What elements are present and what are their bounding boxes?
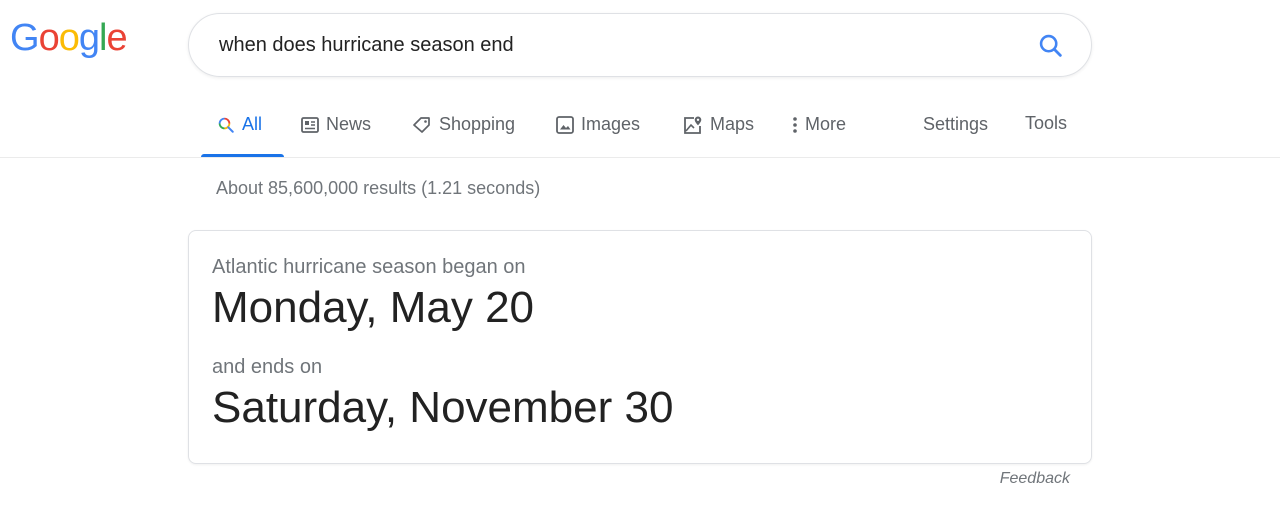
- search-button[interactable]: [1037, 32, 1065, 60]
- header-divider: [0, 157, 1280, 158]
- settings-link[interactable]: Settings: [923, 114, 988, 135]
- season-end-date: Saturday, November 30: [212, 383, 674, 432]
- tab-images[interactable]: Images: [556, 114, 640, 135]
- image-icon: [556, 115, 574, 134]
- logo-letter: e: [106, 17, 127, 59]
- map-pin-icon: [684, 116, 702, 134]
- search-icon: [218, 117, 234, 133]
- search-tabs: All News Shopping Images Maps More Setti…: [0, 104, 1280, 158]
- tab-label: Shopping: [439, 114, 516, 134]
- result-stats: About 85,600,000 results (1.21 seconds): [216, 178, 541, 198]
- newspaper-icon: [301, 116, 319, 133]
- logo-letter: G: [10, 17, 40, 59]
- logo-letter: o: [58, 17, 80, 59]
- tab-label: More: [805, 114, 847, 134]
- search-box: [188, 13, 1092, 77]
- search-input[interactable]: [219, 14, 999, 76]
- tools-link[interactable]: Tools: [1025, 113, 1067, 134]
- tab-label: All: [242, 114, 263, 134]
- answer-card: Atlantic hurricane season began on Monda…: [188, 230, 1092, 464]
- logo-letter: o: [38, 17, 60, 59]
- season-start-label: Atlantic hurricane season began on: [212, 256, 526, 278]
- google-logo[interactable]: Google: [10, 17, 128, 60]
- tab-label: Maps: [710, 114, 755, 134]
- season-end-label: and ends on: [212, 356, 323, 378]
- tab-label: News: [326, 114, 372, 134]
- tab-label: Images: [581, 114, 641, 134]
- tools-label: Tools: [1025, 113, 1068, 133]
- tab-more[interactable]: More: [792, 114, 846, 135]
- tab-all[interactable]: All: [217, 114, 262, 135]
- season-start-date: Monday, May 20: [212, 283, 535, 332]
- tag-icon: [413, 116, 430, 133]
- tab-shopping[interactable]: Shopping: [412, 114, 515, 135]
- tab-maps[interactable]: Maps: [683, 114, 754, 135]
- tab-news[interactable]: News: [301, 114, 371, 135]
- more-vertical-icon: [793, 116, 797, 133]
- logo-letter: l: [98, 17, 108, 59]
- settings-label: Settings: [923, 114, 989, 134]
- feedback-link[interactable]: Feedback: [1000, 470, 1070, 488]
- logo-letter: g: [78, 17, 100, 59]
- search-icon: [1039, 34, 1062, 57]
